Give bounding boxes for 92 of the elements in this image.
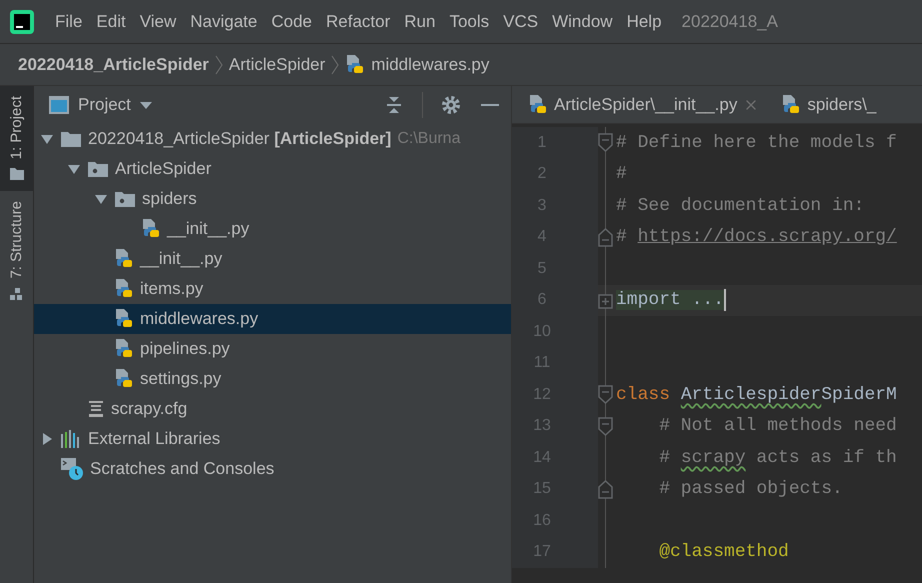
code-line: # https://docs.scrapy.org/ (616, 227, 897, 248)
menu-item[interactable]: Refactor (319, 12, 398, 32)
structure-blocks-icon (8, 286, 24, 301)
python-file-icon (114, 278, 134, 300)
folder-icon (60, 130, 82, 148)
tree-item-label: spiders (142, 189, 197, 209)
tree-item[interactable]: pipelines.py (34, 334, 511, 364)
window-title: 20220418_A (682, 12, 778, 32)
menu-item[interactable]: Tools (442, 12, 496, 32)
minimize-icon[interactable] (481, 103, 499, 107)
folder-icon (8, 167, 24, 182)
python-file-icon (141, 218, 161, 240)
project-window-icon (48, 95, 70, 115)
project-path: C:\Burna (397, 130, 460, 148)
tree-item[interactable]: items.py (34, 274, 511, 304)
side-tab[interactable]: 1: Project (0, 86, 33, 192)
code-line: @classmethod (658, 542, 789, 562)
code-line: # See documentation in: (616, 196, 864, 216)
tree-item[interactable]: External Libraries (34, 424, 511, 454)
python-file-icon (114, 368, 134, 390)
tree-item[interactable]: settings.py (34, 364, 511, 394)
package-folder-icon (114, 190, 136, 208)
fold-marker-icon[interactable] (598, 416, 613, 436)
menu-item[interactable]: File (48, 12, 90, 32)
breadcrumb-separator-icon (214, 54, 223, 74)
code-line: # Not all methods need (658, 416, 897, 436)
config-file-icon (87, 400, 105, 418)
menu-item[interactable]: Run (397, 12, 442, 32)
dropdown-caret-icon[interactable] (138, 100, 153, 110)
expand-arrow-down-icon[interactable] (67, 162, 81, 176)
code-line: # Define here the models f (616, 132, 897, 153)
tree-item-label: ArticleSpider (115, 159, 212, 179)
breadcrumb-item[interactable]: middlewares.py (371, 54, 490, 74)
expand-arrow-down-icon[interactable] (94, 192, 108, 206)
library-bars-icon (60, 429, 82, 449)
menu-item[interactable]: Code (264, 12, 319, 32)
tree-item[interactable]: __init__.py (34, 214, 511, 244)
tree-item[interactable]: scrapy.cfg (34, 394, 511, 424)
python-file-icon (528, 94, 548, 116)
python-file-icon (114, 338, 134, 360)
breadcrumb-item[interactable]: 20220418_ArticleSpider (18, 54, 209, 74)
menu-item[interactable]: Help (620, 12, 669, 32)
python-file-icon (781, 94, 802, 116)
python-file-icon (345, 54, 366, 76)
code-line: # scrapy acts as if th (658, 448, 897, 468)
python-file-icon (114, 308, 134, 330)
settings-icon[interactable] (441, 95, 461, 115)
expand-fold-icon[interactable] (598, 294, 613, 308)
tree-item[interactable]: middlewares.py (34, 304, 511, 334)
code-line: class ArticlespiderSpiderM (616, 384, 897, 405)
tree-item-label: items.py (140, 279, 204, 299)
breadcrumb-item[interactable]: ArticleSpider (228, 54, 326, 74)
expand-arrow-down-icon[interactable] (40, 132, 54, 146)
tree-item[interactable]: 20220418_ArticleSpider [ArticleSpider] C:\Burna (34, 124, 511, 154)
panel-title: Project (78, 95, 131, 115)
collapse-all-icon[interactable] (384, 95, 404, 115)
tree-item[interactable]: spiders (34, 184, 511, 214)
menu-item[interactable]: Edit (89, 12, 133, 32)
console-clock-icon (60, 457, 84, 481)
editor-tab[interactable]: ArticleSpider\__init__.py (528, 86, 782, 123)
text-cursor (724, 289, 726, 312)
editor-tab[interactable]: spiders\_ (781, 86, 898, 123)
tree-item-label: settings.py (140, 369, 222, 389)
app-logo-icon (10, 10, 34, 34)
menu-item[interactable]: Navigate (183, 12, 264, 32)
tree-item-label: Scratches and Consoles (90, 459, 274, 479)
tree-item-label: __init__.py (167, 219, 250, 239)
breadcrumb-separator-icon (331, 54, 340, 74)
menu-item[interactable]: VCS (496, 12, 546, 32)
code-line: # (616, 164, 627, 184)
tree-item-label: __init__.py (140, 249, 222, 269)
fold-marker-icon[interactable] (598, 480, 613, 498)
tree-item-label: External Libraries (88, 429, 220, 449)
tree-item-label: 20220418_ArticleSpider [ArticleSpider] (88, 129, 392, 149)
python-file-icon (114, 248, 134, 270)
fold-marker-icon[interactable] (598, 133, 613, 152)
tree-item[interactable]: __init__.py (34, 244, 511, 274)
fold-marker-icon[interactable] (598, 228, 613, 246)
package-folder-icon (87, 160, 109, 178)
code-line: # passed objects. (658, 479, 843, 500)
menu-item[interactable]: Window (545, 12, 620, 32)
tree-item-label: middlewares.py (140, 309, 258, 329)
side-tab-label: 1: Project (8, 96, 25, 160)
side-tab[interactable]: 7: Structure (0, 191, 33, 311)
tree-item-label: pipelines.py (140, 339, 230, 359)
expand-arrow-right-icon[interactable] (40, 432, 54, 446)
tree-item-label: scrapy.cfg (111, 399, 188, 419)
tree-item[interactable]: ArticleSpider (34, 154, 511, 184)
side-tab-label: 7: Structure (8, 201, 25, 279)
fold-marker-icon[interactable] (598, 385, 613, 404)
tree-item[interactable]: Scratches and Consoles (34, 454, 511, 484)
menu-item[interactable]: View (132, 12, 184, 32)
